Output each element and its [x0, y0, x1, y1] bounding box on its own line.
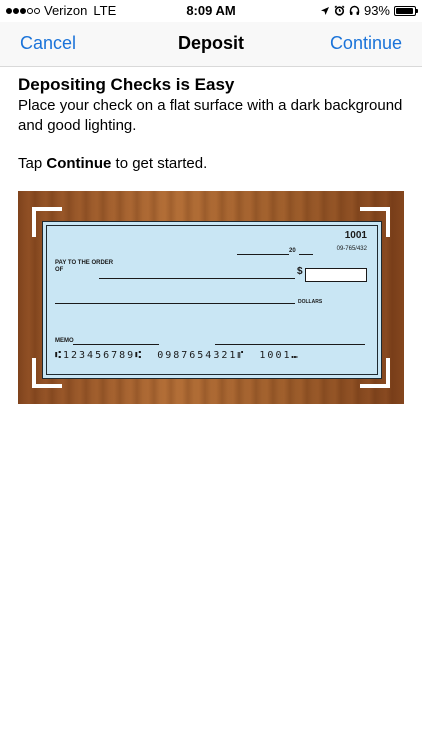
check-fraction-code: 09-765/432 [336, 246, 367, 252]
alarm-clock-icon [334, 5, 345, 16]
check-illustration: 1001 09-765/432 20 PAY TO THE ORDER OF $… [18, 191, 404, 404]
navigation-bar: Cancel Deposit Continue [0, 22, 422, 67]
check-memo-label: MEMO [55, 338, 74, 344]
instructions: Depositing Checks is Easy Place your che… [18, 74, 408, 174]
check-year-prefix: 20 [289, 248, 296, 254]
check-written-amount-line [55, 303, 295, 304]
battery-icon [394, 5, 418, 16]
battery-percent: 93% [363, 3, 390, 18]
check-dollars-label: DOLLARS [298, 299, 323, 305]
instructions-tap-text: Tap Continue to get started. [18, 154, 408, 174]
check-dollar-sign: $ [297, 266, 303, 277]
check-micr-line: ⑆123456789⑆ 0987654321⑈ 1001⑉ [55, 350, 300, 361]
check-micr-check-number: 1001⑉ [259, 350, 300, 361]
check-payee-line [99, 278, 295, 279]
check-pay-label: PAY TO THE ORDER OF [55, 260, 114, 273]
check-micr-account: 0987654321⑈ [157, 350, 246, 361]
check-signature-line [215, 344, 365, 345]
continue-button[interactable]: Continue [330, 33, 402, 54]
tap-prefix: Tap [18, 155, 47, 172]
check-memo-line [73, 344, 159, 345]
location-arrow-icon [320, 6, 329, 15]
check-number: 1001 [344, 230, 367, 241]
status-bar-right: 93% [320, 3, 418, 18]
battery-level [396, 7, 413, 14]
check-date-line-year [299, 254, 313, 255]
instructions-heading: Depositing Checks is Easy [18, 75, 235, 94]
status-bar: Verizon LTE 8:09 AM 93% [0, 0, 422, 22]
check-date-line [237, 254, 289, 255]
check-micr-routing: ⑆123456789⑆ [55, 350, 144, 361]
instructions-description: Place your check on a flat surface with … [18, 97, 403, 134]
tap-continue-emphasis: Continue [46, 155, 112, 172]
tap-suffix: to get started. [111, 155, 208, 172]
check-amount-box [305, 268, 367, 282]
sample-check: 1001 09-765/432 20 PAY TO THE ORDER OF $… [46, 225, 378, 375]
headphones-icon [349, 5, 360, 15]
